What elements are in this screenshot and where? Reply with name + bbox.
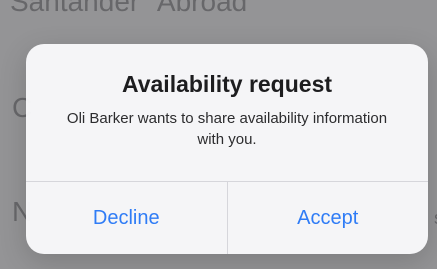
alert-content: Availability request Oli Barker wants to…: [26, 44, 428, 182]
alert-title: Availability request: [121, 71, 333, 97]
availability-request-alert: Availability request Oli Barker wants to…: [26, 44, 428, 254]
alert-message: Oli Barker wants to share availability i…: [66, 110, 388, 148]
decline-button[interactable]: Decline: [26, 182, 227, 254]
alert-actions: Decline Accept: [26, 181, 428, 254]
accept-button[interactable]: Accept: [228, 182, 429, 254]
